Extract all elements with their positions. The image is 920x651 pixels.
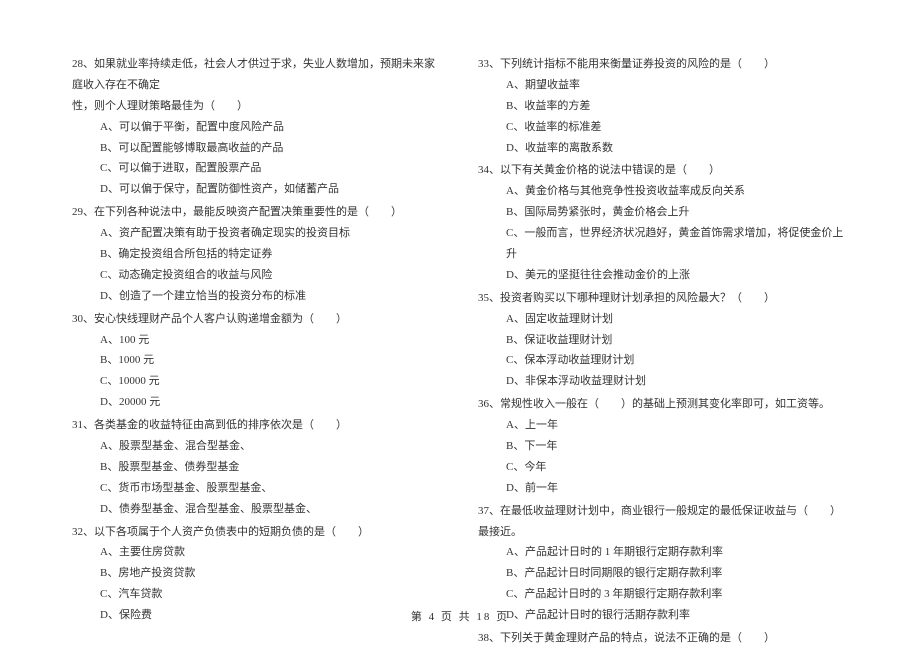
option-a: A、主要住房贷款 [72,542,442,563]
option-b: B、确定投资组合所包括的特定证券 [72,244,442,265]
option-a: A、股票型基金、混合型基金、 [72,436,442,457]
option-a: A、产品起计日时的 1 年期银行定期存款利率 [478,542,848,563]
question-text: 35、投资者购买以下哪种理财计划承担的风险最大？（ ） [478,288,848,309]
question-text: 36、常规性收入一般在（ ）的基础上预测其变化率即可，如工资等。 [478,394,848,415]
option-c: C、收益率的标准差 [478,117,848,138]
option-c: C、货币市场型基金、股票型基金、 [72,478,442,499]
question-text: 29、在下列各种说法中，最能反映资产配置决策重要性的是（ ） [72,202,442,223]
option-b: B、保证收益理财计划 [478,330,848,351]
option-d: D、可以偏于保守，配置防御性资产，如储蓄产品 [72,179,442,200]
option-b: B、1000 元 [72,350,442,371]
question-31: 31、各类基金的收益特征由高到低的排序依次是（ ） A、股票型基金、混合型基金、… [72,415,442,519]
option-a: A、固定收益理财计划 [478,309,848,330]
question-text: 31、各类基金的收益特征由高到低的排序依次是（ ） [72,415,442,436]
option-a: A、100 元 [72,330,442,351]
option-b: B、下一年 [478,436,848,457]
question-28: 28、如果就业率持续走低，社会人才供过于求，失业人数增加，预期未来家庭收入存在不… [72,54,442,200]
option-d: D、创造了一个建立恰当的投资分布的标准 [72,286,442,307]
question-text: 32、以下各项属于个人资产负债表中的短期负债的是（ ） [72,522,442,543]
option-a: A、期望收益率 [478,75,848,96]
two-column-layout: 28、如果就业率持续走低，社会人才供过于求，失业人数增加，预期未来家庭收入存在不… [72,54,848,651]
option-a: A、上一年 [478,415,848,436]
option-d: D、非保本浮动收益理财计划 [478,371,848,392]
question-text: 33、下列统计指标不能用来衡量证券投资的风险的是（ ） [478,54,848,75]
question-35: 35、投资者购买以下哪种理财计划承担的风险最大？（ ） A、固定收益理财计划 B… [478,288,848,392]
option-d: D、收益率的离散系数 [478,138,848,159]
option-c: C、动态确定投资组合的收益与风险 [72,265,442,286]
option-b: B、可以配置能够博取最高收益的产品 [72,138,442,159]
option-a: A、资产配置决策有助于投资者确定现实的投资目标 [72,223,442,244]
question-text: 34、以下有关黄金价格的说法中错误的是（ ） [478,160,848,181]
option-d: D、前一年 [478,478,848,499]
question-text-cont: 性，则个人理财策略最佳为（ ） [72,96,442,117]
question-text: 28、如果就业率持续走低，社会人才供过于求，失业人数增加，预期未来家庭收入存在不… [72,54,442,96]
option-c: C、产品起计日时的 3 年期银行定期存款利率 [478,584,848,605]
question-text: 37、在最低收益理财计划中，商业银行一般规定的最低保证收益与（ ）最接近。 [478,501,848,543]
option-c: C、汽车贷款 [72,584,442,605]
question-34: 34、以下有关黄金价格的说法中错误的是（ ） A、黄金价格与其他竞争性投资收益率… [478,160,848,285]
option-b: B、国际局势紧张时，黄金价格会上升 [478,202,848,223]
question-30: 30、安心快线理财产品个人客户认购递增金额为（ ） A、100 元 B、1000… [72,309,442,413]
option-b: B、股票型基金、债券型基金 [72,457,442,478]
question-text: 38、下列关于黄金理财产品的特点，说法不正确的是（ ） [478,628,848,649]
question-33: 33、下列统计指标不能用来衡量证券投资的风险的是（ ） A、期望收益率 B、收益… [478,54,848,158]
option-b: B、房地产投资贷款 [72,563,442,584]
option-c: C、可以偏于进取，配置股票产品 [72,158,442,179]
option-b: B、收益率的方差 [478,96,848,117]
option-d: D、20000 元 [72,392,442,413]
option-c: C、10000 元 [72,371,442,392]
option-d: D、债券型基金、混合型基金、股票型基金、 [72,499,442,520]
page-footer: 第 4 页 共 18 页 [0,607,920,628]
option-a: A、黄金价格与其他竞争性投资收益率成反向关系 [478,181,848,202]
option-b: B、产品起计日时同期限的银行定期存款利率 [478,563,848,584]
left-column: 28、如果就业率持续走低，社会人才供过于求，失业人数增加，预期未来家庭收入存在不… [72,54,442,651]
option-d: D、美元的坚挺往往会推动金价的上涨 [478,265,848,286]
option-a: A、可以偏于平衡，配置中度风险产品 [72,117,442,138]
question-38: 38、下列关于黄金理财产品的特点，说法不正确的是（ ） [478,628,848,649]
question-text: 30、安心快线理财产品个人客户认购递增金额为（ ） [72,309,442,330]
right-column: 33、下列统计指标不能用来衡量证券投资的风险的是（ ） A、期望收益率 B、收益… [478,54,848,651]
question-36: 36、常规性收入一般在（ ）的基础上预测其变化率即可，如工资等。 A、上一年 B… [478,394,848,498]
option-c: C、今年 [478,457,848,478]
option-c: C、保本浮动收益理财计划 [478,350,848,371]
option-c: C、一般而言，世界经济状况趋好，黄金首饰需求增加，将促使金价上升 [478,223,848,265]
question-29: 29、在下列各种说法中，最能反映资产配置决策重要性的是（ ） A、资产配置决策有… [72,202,442,306]
